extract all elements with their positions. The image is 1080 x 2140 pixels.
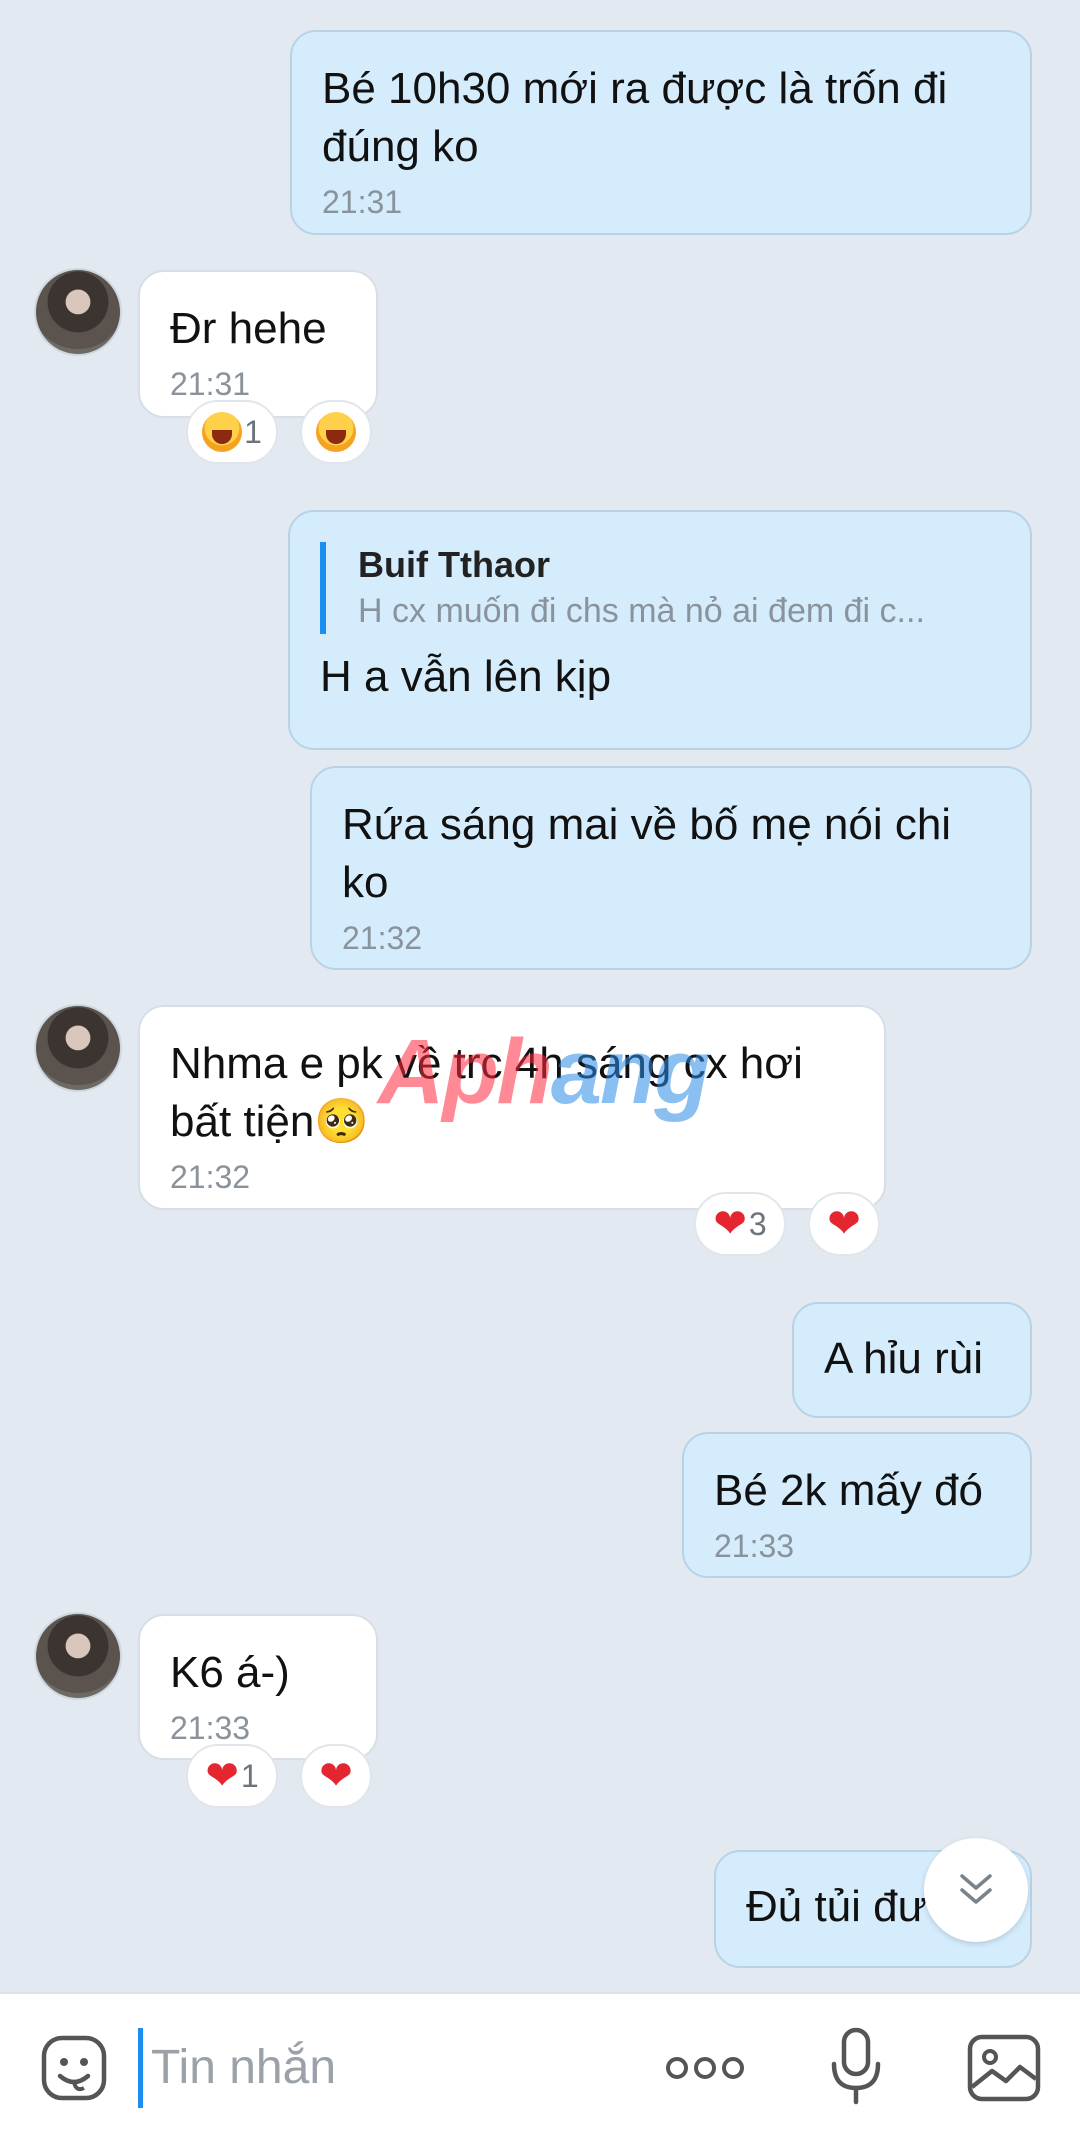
gallery-button[interactable] — [964, 2030, 1044, 2106]
scroll-to-bottom-button[interactable] — [924, 1838, 1028, 1942]
react-button[interactable] — [300, 400, 372, 464]
message-bubble-outgoing[interactable]: Bé 2k mấy đó 21:33 — [682, 1432, 1032, 1578]
react-button[interactable]: ❤ — [300, 1744, 372, 1808]
message-bubble-incoming[interactable]: Đr hehe 21:31 — [138, 270, 378, 418]
message-time: 21:33 — [714, 1528, 795, 1564]
reaction-count: 3 — [748, 1205, 767, 1242]
message-text: K6 á-) — [170, 1648, 290, 1697]
message-bubble-outgoing[interactable]: Bé 10h30 mới ra được là trốn đi đúng ko … — [290, 30, 1032, 235]
message-composer: Tin nhắn — [0, 1992, 1080, 2140]
message-bubble-outgoing[interactable]: Rứa sáng mai về bố mẹ nói chi ko 21:32 — [310, 766, 1032, 970]
laugh-icon — [202, 412, 243, 452]
reaction-count: 1 — [240, 1757, 259, 1794]
reaction-summary[interactable]: ❤ 1 — [186, 1744, 278, 1808]
laugh-icon — [316, 412, 356, 452]
more-button[interactable] — [660, 2040, 750, 2096]
message-bubble-outgoing[interactable]: Buif Tthaor H cx muốn đi chs mà nỏ ai đe… — [288, 510, 1032, 750]
reaction-summary[interactable]: ❤ 3 — [694, 1192, 786, 1256]
message-text: Bé 10h30 mới ra được là trốn đi đúng ko — [322, 64, 948, 171]
message-text: Rứa sáng mai về bố mẹ nói chi ko — [342, 800, 952, 907]
message-time: 21:33 — [170, 1710, 251, 1746]
message-text: A hỉu rùi — [824, 1334, 983, 1383]
watermark-part: Aph — [378, 1021, 553, 1123]
sticker-icon — [41, 2035, 107, 2101]
scroll-down-icon — [960, 1874, 992, 1904]
voice-button[interactable] — [826, 2024, 886, 2108]
image-icon — [967, 2034, 1041, 2102]
message-time: 21:32 — [342, 920, 423, 956]
message-input[interactable]: Tin nhắn — [138, 2028, 611, 2108]
message-text: Bé 2k mấy đó — [714, 1466, 984, 1515]
avatar[interactable] — [34, 1612, 122, 1700]
reaction-summary[interactable]: 1 — [186, 400, 278, 464]
message-bubble-outgoing[interactable]: A hỉu rùi — [792, 1302, 1032, 1418]
message-time: 21:32 — [170, 1159, 251, 1195]
microphone-icon — [831, 2027, 881, 2105]
more-icon — [666, 2057, 744, 2079]
avatar[interactable] — [34, 268, 122, 356]
avatar[interactable] — [34, 1004, 122, 1092]
chat-thread[interactable]: Bé 10h30 mới ra được là trốn đi đúng ko … — [0, 0, 1080, 1990]
message-bubble-incoming[interactable]: K6 á-) 21:33 — [138, 1614, 378, 1760]
quoted-message[interactable]: Buif Tthaor H cx muốn đi chs mà nỏ ai đe… — [320, 542, 1000, 634]
sticker-button[interactable] — [36, 2030, 112, 2106]
heart-icon: ❤ — [827, 1202, 861, 1246]
message-time: 21:31 — [170, 366, 251, 402]
message-text: Đr hehe — [170, 304, 327, 353]
message-time: 21:31 — [322, 184, 403, 220]
quoted-sender: Buif Tthaor — [358, 544, 550, 585]
reaction-count: 1 — [244, 413, 262, 450]
quoted-text: H cx muốn đi chs mà nỏ ai đem đi c... — [358, 592, 925, 630]
react-button[interactable]: ❤ — [808, 1192, 880, 1256]
watermark: Aphang — [378, 1020, 711, 1125]
message-text: H a vẫn lên kịp — [320, 652, 612, 701]
heart-icon: ❤ — [205, 1754, 239, 1798]
heart-icon: ❤ — [713, 1202, 747, 1246]
heart-icon: ❤ — [319, 1754, 353, 1798]
watermark-part: ang — [550, 1021, 711, 1123]
